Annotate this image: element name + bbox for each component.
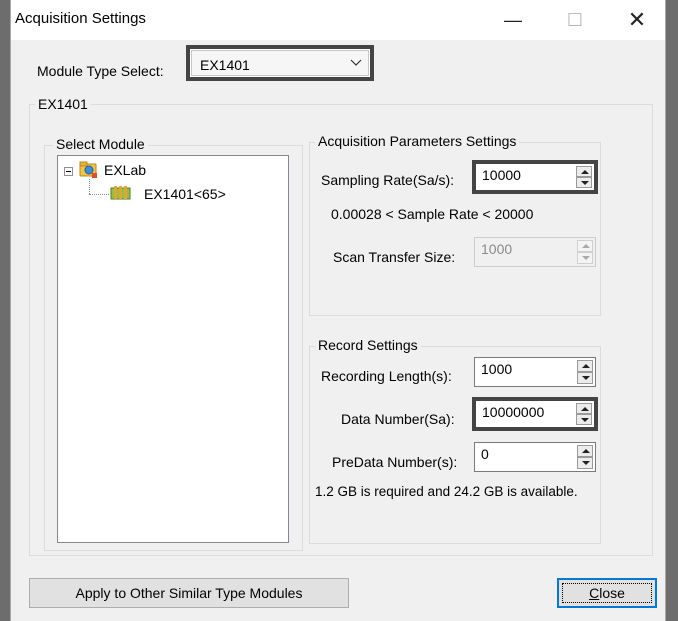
sampling-rate-input[interactable] [482, 167, 562, 183]
window-title: Acquisition Settings [15, 10, 146, 27]
module-type-select[interactable]: EX1401 [186, 45, 374, 81]
close-button[interactable]: Close [557, 578, 657, 608]
tree-collapse-icon[interactable] [64, 167, 73, 176]
module-type-label: Module Type Select: [37, 63, 164, 79]
arrow-up-icon [582, 449, 590, 453]
module-device-icon [110, 186, 131, 200]
spin-down-button [577, 252, 593, 264]
spin-buttons [576, 403, 592, 425]
spin-up-button[interactable] [577, 360, 593, 372]
arrow-up-icon [581, 170, 589, 174]
arrow-down-icon [582, 256, 590, 260]
arrow-up-icon [581, 407, 589, 411]
scan-transfer-input [481, 241, 561, 257]
chevron-down-icon [350, 59, 362, 66]
record-settings-title: Record Settings [315, 337, 421, 353]
arrow-down-icon [581, 181, 589, 185]
minimize-button[interactable]: — [490, 0, 536, 40]
sampling-rate-spinbox[interactable] [472, 160, 598, 194]
spin-up-button[interactable] [576, 166, 592, 177]
close-window-button[interactable]: ✕ [614, 0, 660, 40]
sampling-rate-label: Sampling Rate(Sa/s): [321, 172, 455, 188]
recording-length-label: Recording Length(s): [321, 368, 452, 384]
predata-number-label: PreData Number(s): [332, 454, 458, 470]
title-bar: Acquisition Settings — ☐ ✕ [11, 0, 665, 40]
tree-item-exlab[interactable]: EXLab [104, 162, 146, 178]
module-type-value: EX1401 [200, 57, 250, 73]
tree-item-ex1401[interactable]: EX1401<65> [144, 186, 226, 202]
data-number-spinbox[interactable] [472, 397, 598, 431]
scan-transfer-spinbox [474, 237, 596, 267]
spin-buttons [577, 240, 593, 264]
arrow-down-icon [581, 418, 589, 422]
tree-connector [89, 179, 90, 194]
arrow-up-icon [582, 364, 590, 368]
spin-up-button[interactable] [577, 445, 593, 457]
tree-connector-h [89, 194, 109, 195]
spin-buttons [576, 166, 592, 188]
focus-rect [562, 583, 652, 603]
rate-range-text: 0.00028 < Sample Rate < 20000 [331, 206, 534, 222]
spin-down-button[interactable] [577, 457, 593, 469]
maximize-button[interactable]: ☐ [552, 0, 598, 40]
network-folder-icon [79, 161, 97, 178]
select-module-title: Select Module [53, 136, 148, 152]
predata-number-spinbox[interactable] [474, 442, 596, 472]
data-number-label: Data Number(Sa): [341, 411, 455, 427]
spin-buttons [577, 445, 593, 469]
spin-down-button[interactable] [576, 414, 592, 425]
acquisition-settings-dialog: Acquisition Settings — ☐ ✕ Module Type S… [10, 0, 666, 621]
spin-up-button[interactable] [576, 403, 592, 414]
module-tree[interactable]: EXLab EX1401<65> [57, 155, 289, 543]
spin-down-button[interactable] [576, 177, 592, 188]
spin-buttons [577, 360, 593, 384]
recording-length-spinbox[interactable] [474, 357, 596, 387]
module-group-title: EX1401 [35, 96, 91, 112]
data-number-input[interactable] [482, 404, 562, 420]
spin-down-button[interactable] [577, 372, 593, 384]
storage-info-text: 1.2 GB is required and 24.2 GB is availa… [315, 484, 578, 499]
recording-length-input[interactable] [481, 361, 561, 377]
apply-similar-modules-button[interactable]: Apply to Other Similar Type Modules [29, 578, 349, 608]
spin-up-button [577, 240, 593, 252]
scan-transfer-label: Scan Transfer Size: [333, 249, 456, 265]
arrow-down-icon [582, 376, 590, 380]
acquisition-params-title: Acquisition Parameters Settings [315, 133, 520, 149]
predata-number-input[interactable] [481, 446, 561, 462]
arrow-up-icon [582, 244, 590, 248]
arrow-down-icon [582, 461, 590, 465]
